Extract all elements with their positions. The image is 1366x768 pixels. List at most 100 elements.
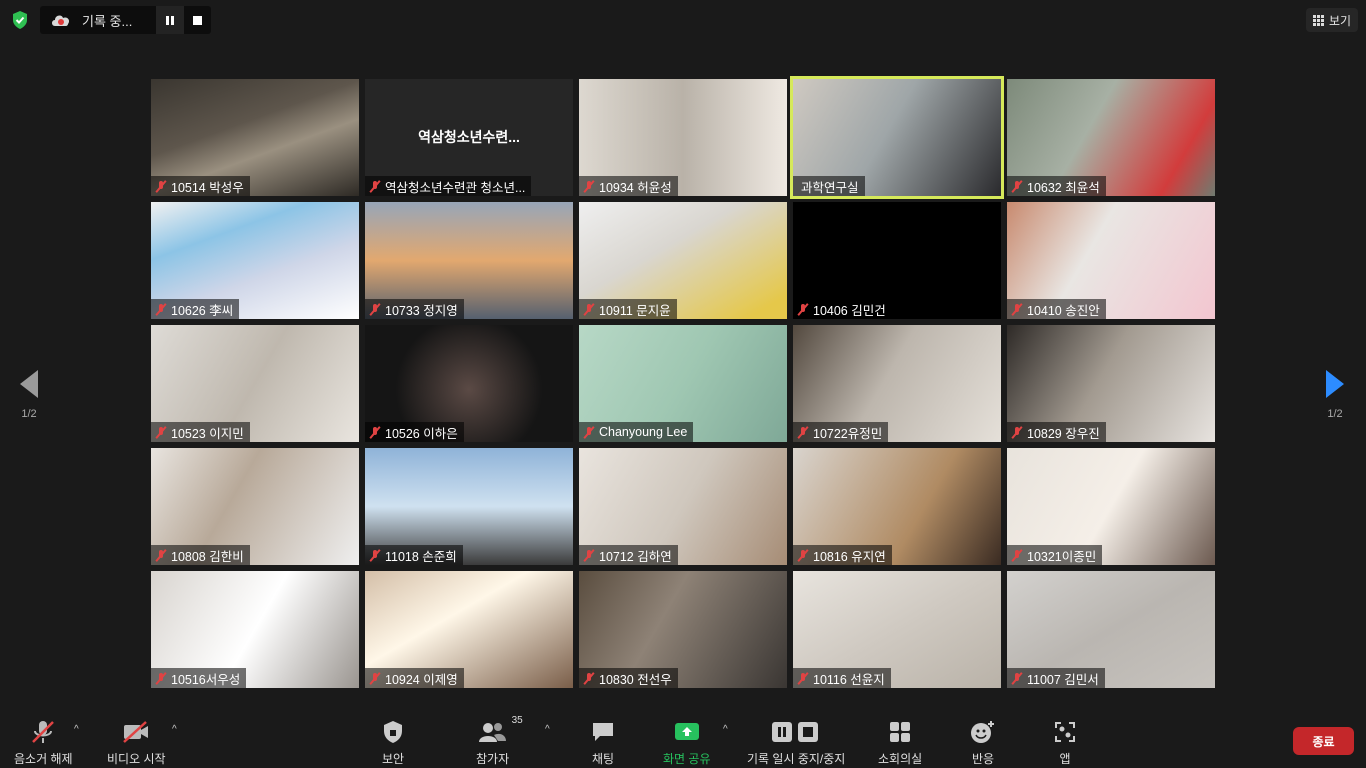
participant-name-tag: 10722유정민 (793, 422, 889, 442)
participants-label: 참가자 (476, 752, 510, 766)
participant-name: 10406 김민건 (813, 303, 886, 318)
participant-name: 10516서우성 (171, 672, 241, 687)
participant-name-tag: 10526 이하은 (365, 422, 464, 442)
participant-name-tag: 10632 최윤석 (1007, 176, 1106, 196)
participant-name-tag: 10816 유지연 (793, 545, 892, 565)
participant-name: 10321이종민 (1027, 549, 1097, 564)
video-tile[interactable]: 10410 송진안 (1007, 202, 1215, 319)
participant-name-tag: 10626 李씨 (151, 299, 240, 319)
mic-muted-icon (369, 303, 381, 316)
stop-recording-button[interactable] (184, 6, 211, 34)
participant-name: 10410 송진안 (1027, 303, 1100, 318)
next-page-button[interactable]: 1/2 (1323, 370, 1347, 430)
participant-name-tag: 10830 전선우 (579, 668, 678, 688)
record-pause-stop-icon (771, 720, 821, 744)
view-button[interactable]: 보기 (1306, 8, 1358, 32)
participant-name-tag: 10712 김하연 (579, 545, 678, 565)
share-options-caret[interactable]: ^ (723, 724, 733, 735)
mic-muted-icon (155, 549, 167, 562)
participant-name-tag: Chanyoung Lee (579, 422, 694, 442)
video-tile[interactable]: 10516서우성 (151, 571, 359, 688)
mic-muted-icon (1011, 549, 1023, 562)
video-tile[interactable]: 10526 이하은 (365, 325, 573, 442)
mic-muted-icon (583, 672, 595, 685)
participant-name-tag: 10321이종민 (1007, 545, 1103, 565)
video-tile[interactable]: 10722유정민 (793, 325, 1001, 442)
participant-name: 10712 김하연 (599, 549, 672, 564)
breakout-rooms-button[interactable]: 소회의실 (878, 720, 922, 767)
security-shield-icon[interactable] (10, 10, 30, 30)
reactions-label: 반응 (971, 752, 995, 766)
participant-name: 10829 장우진 (1027, 426, 1100, 441)
grid-view-icon (1312, 14, 1324, 26)
shield-icon (378, 720, 408, 744)
video-tile[interactable]: 10934 허윤성 (579, 79, 787, 196)
mic-muted-icon (369, 672, 381, 685)
video-tile[interactable]: 10816 유지연 (793, 448, 1001, 565)
participant-name-tag: 10733 정지영 (365, 299, 464, 319)
video-tile[interactable]: 10808 김한비 (151, 448, 359, 565)
video-tile[interactable]: 10406 김민건 (793, 202, 1001, 319)
video-tile[interactable]: Chanyoung Lee (579, 325, 787, 442)
mic-muted-icon (1011, 426, 1023, 439)
participant-name-tag: 10406 김민건 (793, 299, 892, 319)
mic-muted-icon (155, 426, 167, 439)
video-tile-active-speaker[interactable]: 과학연구실 (790, 76, 1004, 199)
pause-icon (166, 15, 175, 25)
page-indicator-left: 1/2 (21, 408, 37, 420)
unmute-button[interactable]: 음소거 해제 (14, 720, 73, 767)
video-tile[interactable]: 11007 김민서 (1007, 571, 1215, 688)
chat-button[interactable]: 채팅 (588, 720, 618, 767)
start-video-button[interactable]: 비디오 시작 (107, 720, 166, 767)
video-tile[interactable]: 11018 손준희 (365, 448, 573, 565)
record-control-button[interactable]: 기록 일시 중지/중지 (747, 720, 845, 767)
pause-recording-button[interactable] (156, 6, 184, 34)
reactions-button[interactable]: 반응 (968, 720, 998, 767)
video-tile[interactable]: 10116 선윤지 (793, 571, 1001, 688)
participant-name: 10733 정지영 (385, 303, 458, 318)
mic-muted-icon (155, 303, 167, 316)
participant-name: 10808 김한비 (171, 549, 244, 564)
video-tile[interactable]: 10321이종민 (1007, 448, 1215, 565)
share-screen-button[interactable]: 화면 공유 (663, 720, 711, 767)
end-meeting-button[interactable]: 종료 (1293, 727, 1354, 755)
video-tile[interactable]: 10632 최윤석 (1007, 79, 1215, 196)
participant-name-tag: 10514 박성우 (151, 176, 250, 196)
video-tile[interactable]: 10626 李씨 (151, 202, 359, 319)
participant-name: 10116 선윤지 (813, 672, 885, 687)
video-tile[interactable]: 10830 전선우 (579, 571, 787, 688)
mic-muted-icon (369, 549, 381, 562)
video-tile[interactable]: 역삼청소년수련... 역삼청소년수련관 청소년... (365, 79, 573, 196)
video-tile[interactable]: 10712 김하연 (579, 448, 787, 565)
mic-muted-icon (797, 549, 809, 562)
participant-name: 10514 박성우 (171, 180, 244, 195)
recording-label: 기록 중... (82, 13, 133, 29)
mic-muted-icon (797, 303, 809, 316)
participants-options-caret[interactable]: ^ (545, 724, 555, 735)
participant-name-tag: 10523 이지민 (151, 422, 250, 442)
share-screen-icon (672, 720, 702, 744)
apps-label: 앱 (1059, 752, 1071, 766)
breakout-rooms-label: 소회의실 (878, 752, 923, 766)
audio-options-caret[interactable]: ^ (74, 724, 84, 735)
mic-muted-icon (1011, 303, 1023, 316)
previous-page-button[interactable]: 1/2 (17, 370, 41, 430)
video-tile[interactable]: 10523 이지민 (151, 325, 359, 442)
mic-muted-icon (155, 672, 167, 685)
breakout-rooms-icon (885, 720, 915, 744)
apps-button[interactable]: 앱 (1050, 720, 1080, 767)
participants-button[interactable]: 35 참가자 (476, 715, 523, 767)
video-tile[interactable]: 10514 박성우 (151, 79, 359, 196)
security-button[interactable]: 보안 (378, 720, 408, 767)
video-tile[interactable]: 10911 문지윤 (579, 202, 787, 319)
participant-name-tag: 과학연구실 (793, 176, 865, 196)
video-tile[interactable]: 10924 이제영 (365, 571, 573, 688)
smiley-add-icon (968, 720, 998, 744)
video-tile[interactable]: 10829 장우진 (1007, 325, 1215, 442)
video-options-caret[interactable]: ^ (172, 724, 182, 735)
participant-name-tag: 10829 장우진 (1007, 422, 1106, 442)
participant-name: 10626 李씨 (171, 303, 234, 318)
video-tile[interactable]: 10733 정지영 (365, 202, 573, 319)
participant-name: 10722유정민 (813, 426, 883, 441)
participant-name-tag: 10924 이제영 (365, 668, 464, 688)
